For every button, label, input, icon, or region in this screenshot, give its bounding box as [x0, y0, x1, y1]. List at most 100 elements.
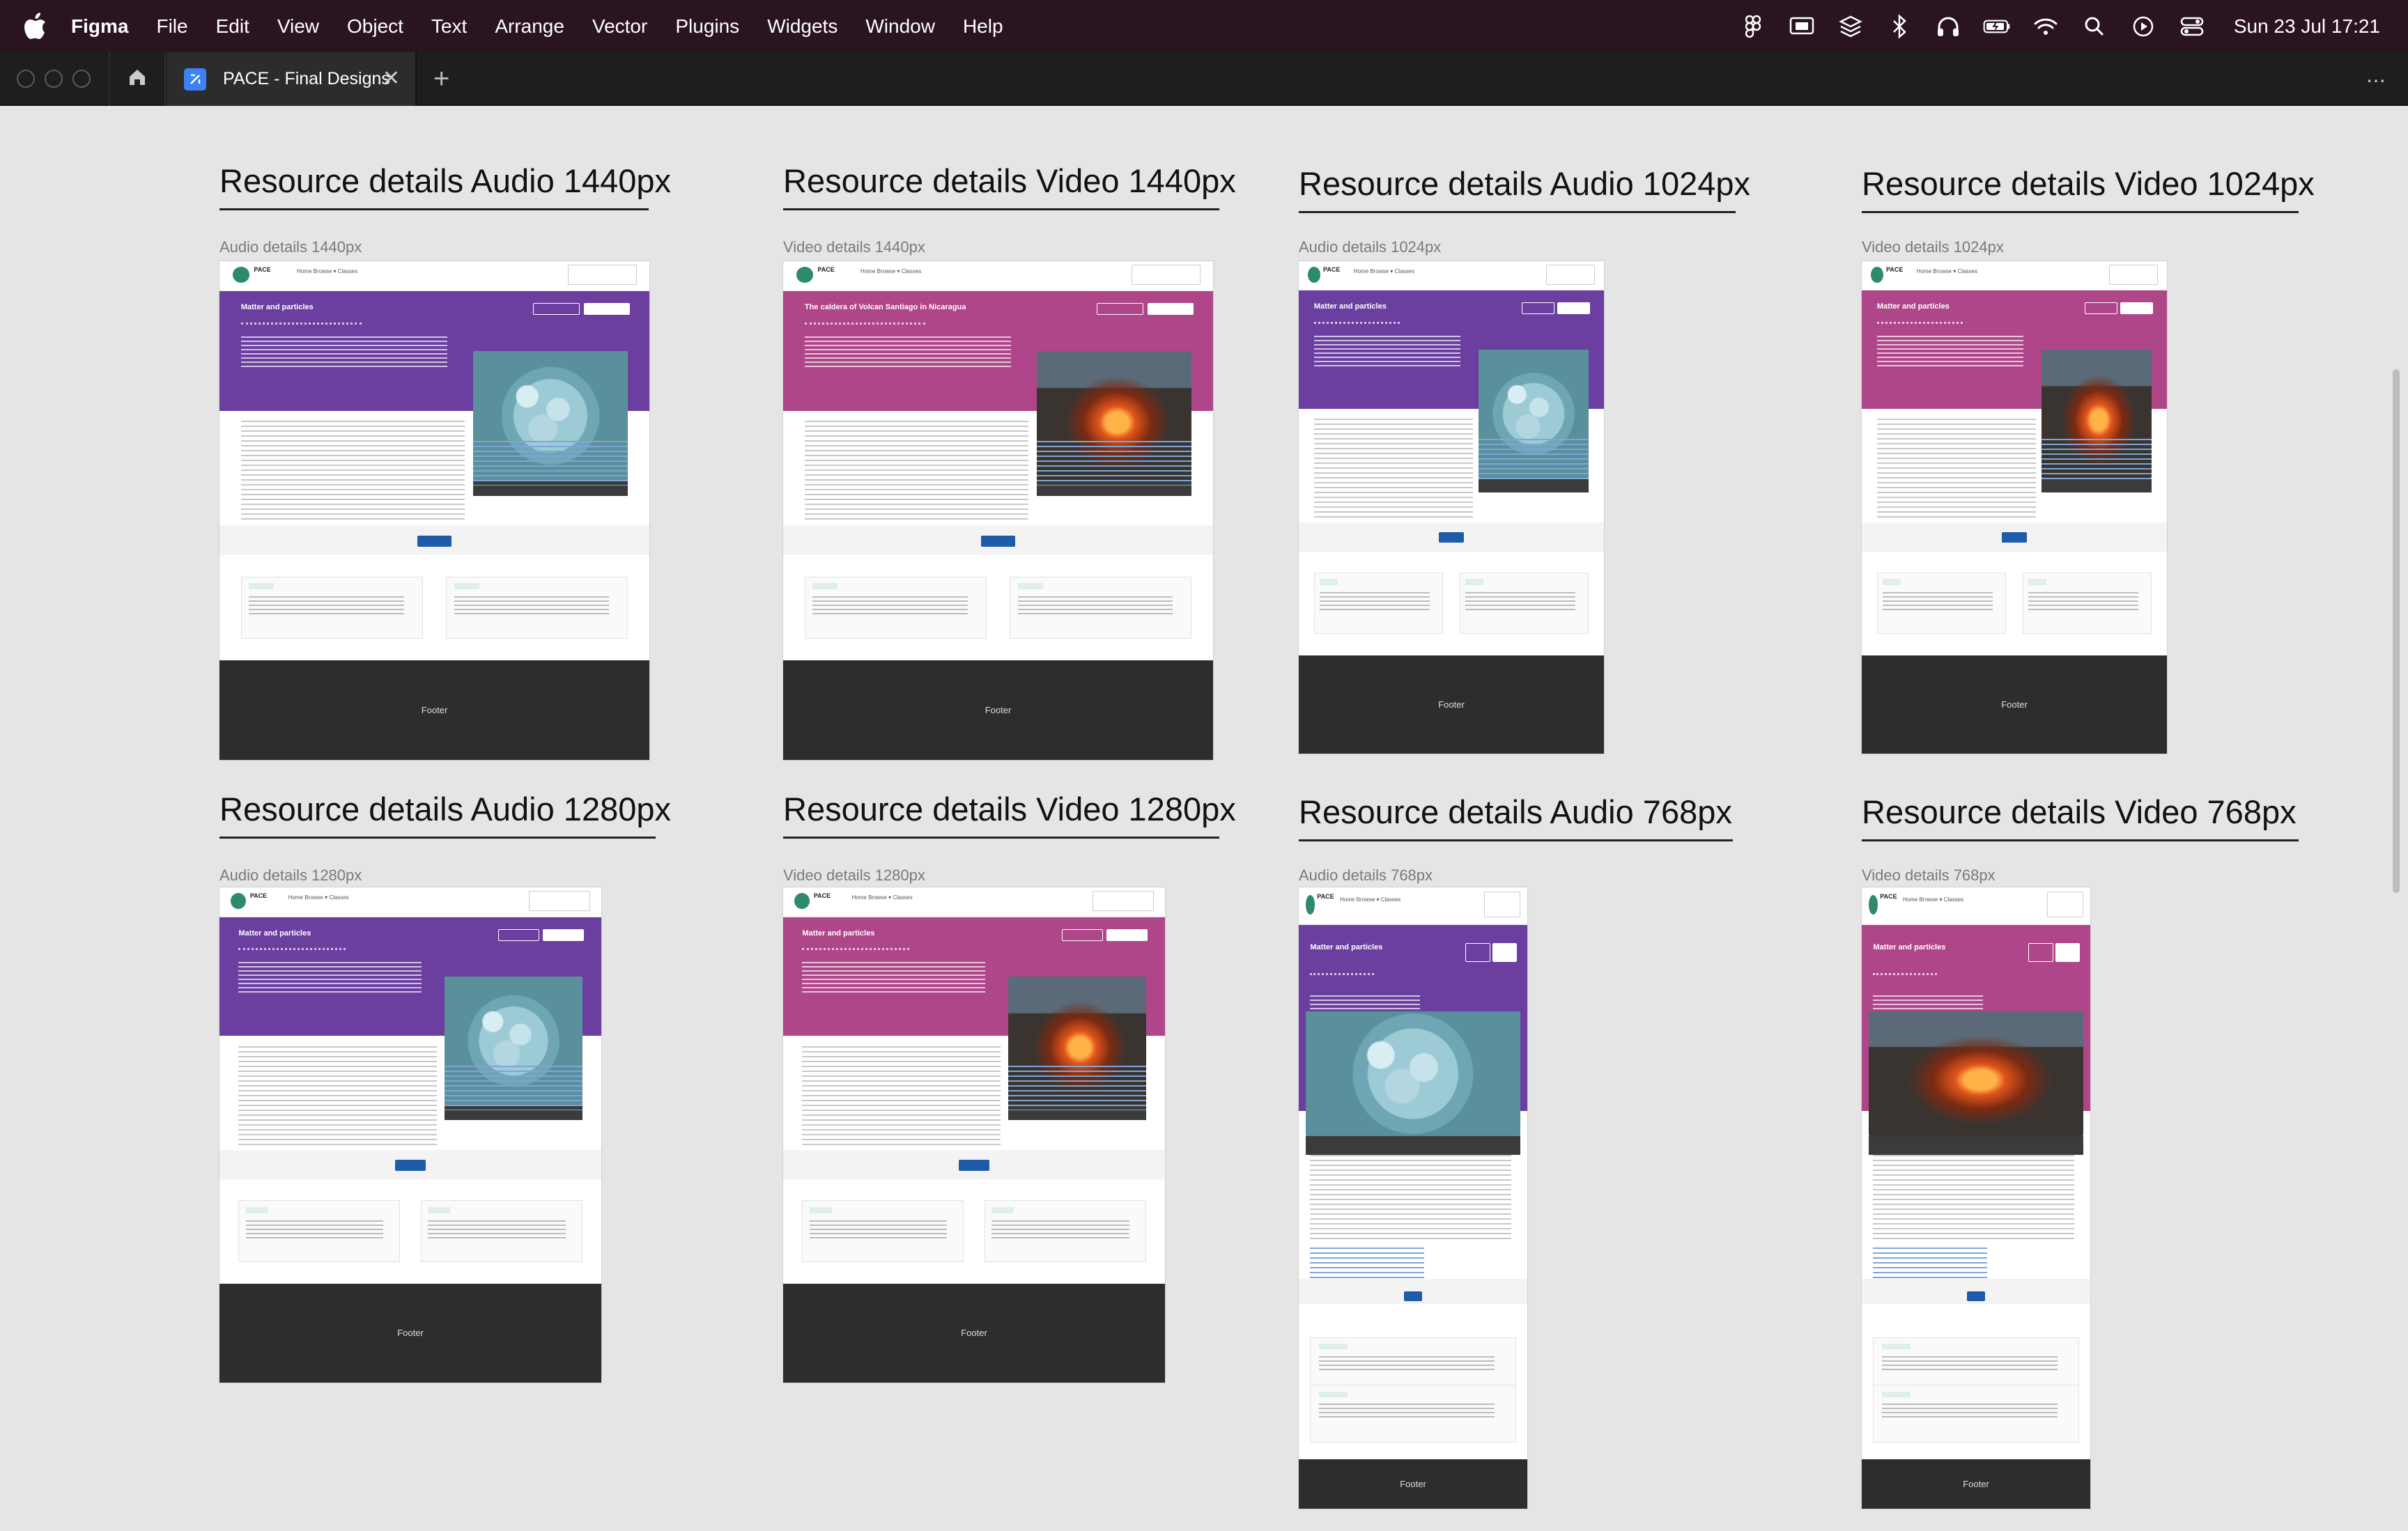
wifi-icon[interactable]: [2032, 13, 2060, 40]
frame-found-in: [1310, 1248, 1425, 1279]
design-frame[interactable]: PACE Home Browse ▾ Classes Matter and pa…: [783, 887, 1165, 1383]
menu-help[interactable]: Help: [963, 15, 1003, 38]
frame-hero-title: Matter and particles: [1310, 943, 1383, 952]
frame-nav-links: Home Browse ▾ Classes: [1340, 896, 1401, 903]
menu-text[interactable]: Text: [431, 15, 467, 38]
section-title[interactable]: Resource details Video 768px: [1862, 793, 2299, 841]
frame-footer: Footer: [1862, 655, 2167, 754]
frame-label[interactable]: Video details 1280px: [783, 866, 925, 885]
section-title[interactable]: Resource details Audio 768px: [1299, 793, 1733, 841]
section-title[interactable]: Resource details Audio 1024px: [1299, 164, 1750, 213]
headphones-icon[interactable]: [1934, 13, 1962, 40]
menu-vector[interactable]: Vector: [592, 15, 647, 38]
menu-view[interactable]: View: [277, 15, 319, 38]
control-center-icon[interactable]: [2178, 13, 2206, 40]
frame-footer: Footer: [1299, 655, 1604, 754]
new-tab-button[interactable]: +: [433, 65, 449, 93]
frame-nav-links: Home Browse ▾ Classes: [851, 894, 913, 901]
frame-label[interactable]: Audio details 1440px: [219, 238, 362, 256]
design-frame[interactable]: PACE Home Browse ▾ Classes Matter and pa…: [219, 887, 601, 1383]
frame-hero-buttons: [2026, 943, 2081, 963]
frame-label[interactable]: Audio details 1024px: [1299, 238, 1441, 256]
frame-cta-button: [395, 1160, 426, 1171]
bluetooth-icon[interactable]: [1885, 13, 1913, 40]
status-area: Sun 23 Jul 17:21: [1739, 0, 2380, 52]
frame-hero-title: Matter and particles: [1873, 943, 1946, 952]
section-title[interactable]: Resource details Audio 1280px: [219, 790, 671, 839]
section-title[interactable]: Resource details Video 1440px: [783, 162, 1236, 210]
frame-hero-meta: [240, 322, 362, 329]
design-frame[interactable]: PACE Home Browse ▾ Classes Matter and pa…: [1862, 261, 2167, 754]
apple-icon[interactable]: [24, 12, 50, 41]
frame-label[interactable]: Audio details 768px: [1299, 866, 1433, 885]
search-icon[interactable]: [2081, 13, 2108, 40]
more-options-button[interactable]: ⋯: [2366, 69, 2387, 92]
frame-label[interactable]: Video details 1440px: [783, 238, 925, 256]
frame-curriculum: [802, 1185, 1146, 1264]
battery-icon[interactable]: [1983, 13, 2011, 40]
design-frame[interactable]: PACE Home Browse ▾ Classes Matter and pa…: [1299, 261, 1604, 754]
section-title[interactable]: Resource details Video 1280px: [783, 790, 1236, 839]
design-frame[interactable]: PACE Home Browse ▾ Classes Matter and pa…: [219, 261, 649, 760]
frame-nav-links: Home Browse ▾ Classes: [288, 894, 349, 901]
macos-menubar: Figma File Edit View Object Text Arrange…: [0, 0, 2408, 52]
frame-logo-text: PACE: [1317, 893, 1334, 901]
design-frame[interactable]: PACE Home Browse ▾ Classes Matter and pa…: [1862, 887, 2090, 1509]
menu-plugins[interactable]: Plugins: [675, 15, 739, 38]
frame-nav-links: Home Browse ▾ Classes: [1353, 268, 1414, 275]
frame-hero-buttons: [1058, 928, 1150, 941]
frame-curriculum: [1313, 557, 1589, 635]
menu-app-name[interactable]: Figma: [71, 15, 128, 38]
menu-file[interactable]: File: [156, 15, 187, 38]
section-title[interactable]: Resource details Audio 1440px: [219, 162, 671, 210]
frame-hero-description: [804, 336, 1011, 368]
frame-label[interactable]: Video details 768px: [1862, 866, 1996, 885]
frame-hero-buttons: [1463, 943, 1518, 963]
zoom-window-button[interactable]: [72, 70, 91, 88]
canvas-scrollbar[interactable]: [2393, 369, 2400, 893]
image-caption: [1305, 1135, 1521, 1155]
menu-window[interactable]: Window: [865, 15, 935, 38]
menu-widgets[interactable]: Widgets: [767, 15, 838, 38]
curriculum-card: [420, 1200, 582, 1263]
tab-label: PACE - Final Designs: [223, 69, 390, 88]
menu-arrange[interactable]: Arrange: [495, 15, 564, 38]
play-icon[interactable]: [2129, 13, 2157, 40]
figma-icon[interactable]: [1739, 13, 1767, 40]
frame-hero-title: The caldera of Volcan Santiago in Nicara…: [804, 303, 966, 312]
frame-logo-text: PACE: [1323, 265, 1341, 273]
curriculum-card: [1876, 572, 2007, 635]
pace-logo-icon: [232, 267, 250, 283]
pace-logo-icon: [1868, 894, 1878, 915]
frame-hero-description: [1876, 335, 2024, 366]
tab-pace-final-designs[interactable]: PACE - Final Designs ✕: [167, 52, 417, 106]
frame-nav-links: Home Browse ▾ Classes: [1916, 268, 1977, 275]
menu-edit[interactable]: Edit: [216, 15, 249, 38]
frame-hero-title: Matter and particles: [802, 928, 875, 938]
home-button[interactable]: [109, 52, 166, 106]
close-window-button[interactable]: [17, 70, 35, 88]
design-frame[interactable]: PACE Home Browse ▾ Classes The caldera o…: [783, 261, 1213, 760]
frame-cta-button: [1966, 1291, 1986, 1302]
frame-navbar: PACE Home Browse ▾ Classes: [783, 887, 1165, 917]
menu-object[interactable]: Object: [347, 15, 403, 38]
frame-label[interactable]: Audio details 1280px: [219, 866, 362, 885]
frame-nav-icons: [1483, 892, 1521, 918]
frame-hero-buttons: [2081, 302, 2154, 315]
pace-logo-icon: [1871, 267, 1883, 283]
menubar-clock[interactable]: Sun 23 Jul 17:21: [2234, 15, 2380, 38]
design-frame[interactable]: PACE Home Browse ▾ Classes Matter and pa…: [1299, 887, 1527, 1509]
section-title[interactable]: Resource details Video 1024px: [1862, 164, 2315, 213]
frame-body-text: [1310, 1154, 1512, 1242]
frame-footer: Footer: [1299, 1459, 1527, 1509]
frame-nav-links: Home Browse ▾ Classes: [860, 268, 922, 275]
pace-logo-icon: [794, 893, 810, 910]
frame-found-in: [1037, 440, 1192, 486]
layers-icon[interactable]: [1837, 13, 1865, 40]
frame-navbar: PACE Home Browse ▾ Classes: [219, 887, 601, 917]
minimize-window-button[interactable]: [45, 70, 63, 88]
frame-navbar: PACE Home Browse ▾ Classes: [783, 261, 1213, 291]
screen-mirror-icon[interactable]: [1788, 13, 1816, 40]
frame-label[interactable]: Video details 1024px: [1862, 238, 2004, 256]
close-tab-button[interactable]: ✕: [383, 68, 400, 89]
